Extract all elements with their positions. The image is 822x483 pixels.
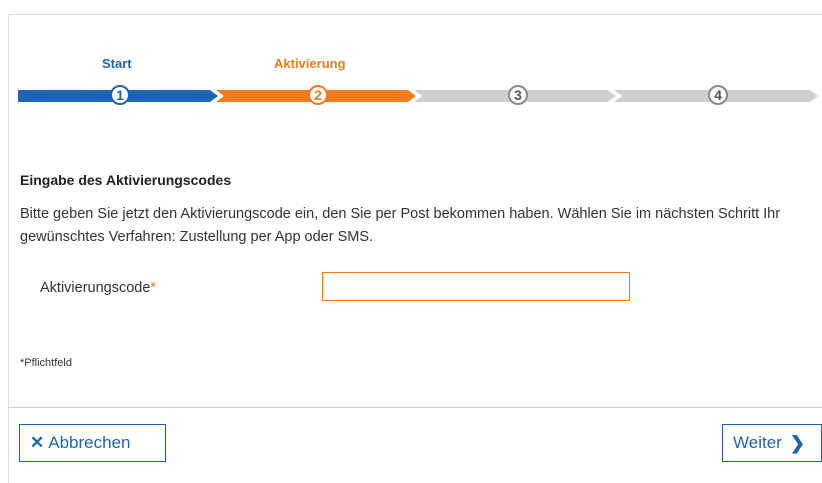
- step-label-start: Start: [102, 56, 132, 71]
- step-number-3-text: 3: [514, 87, 522, 103]
- close-icon: ✕: [30, 433, 45, 452]
- section-title: Eingabe des Aktivierungscodes: [20, 172, 232, 188]
- next-button-label: Weiter: [733, 433, 782, 452]
- step-number-2-text: 2: [314, 87, 322, 103]
- step-number-4: 4: [708, 85, 728, 105]
- step-number-3: 3: [508, 85, 528, 105]
- cancel-button-label: Abbrechen: [48, 433, 131, 452]
- next-button[interactable]: Weiter ❯: [722, 424, 822, 462]
- chevron-right-icon: ❯: [789, 432, 805, 453]
- activation-code-input[interactable]: [322, 272, 630, 301]
- activation-code-label: Aktivierungscode*: [40, 280, 156, 296]
- progress-stepper: Start Aktivierung 1 2 3 4: [18, 40, 818, 120]
- step-label-aktivierung: Aktivierung: [274, 56, 346, 71]
- step-number-1: 1: [110, 85, 130, 105]
- footer-divider: [8, 407, 822, 408]
- cancel-button[interactable]: ✕ Abbrechen: [19, 424, 166, 462]
- step-number-2: 2: [308, 85, 328, 105]
- step-number-1-text: 1: [116, 87, 124, 103]
- activation-code-label-text: Aktivierungscode: [40, 280, 151, 296]
- required-asterisk: *: [150, 280, 157, 296]
- required-field-note: *Pflichtfeld: [20, 357, 72, 369]
- step-number-4-text: 4: [714, 87, 722, 103]
- instructions-text: Bitte geben Sie jetzt den Aktivierungsco…: [20, 206, 781, 245]
